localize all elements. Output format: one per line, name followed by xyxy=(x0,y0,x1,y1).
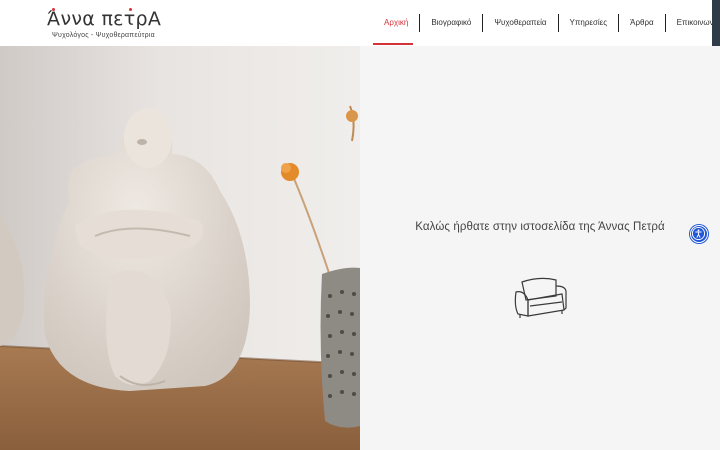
nav-active-indicator xyxy=(373,43,413,45)
nav-item-psychotherapy[interactable]: Ψυχοθεραπεία xyxy=(482,14,557,32)
site-title[interactable]: Άννα πετρΑ xyxy=(47,8,161,30)
site-header: Άννα πετρΑ Ψυχολόγος - Ψυχοθεραπεύτρια Α… xyxy=(0,0,720,46)
nav-item-home[interactable]: Αρχική xyxy=(373,14,419,32)
site-subtitle: Ψυχολόγος - Ψυχοθεραπεύτρια xyxy=(52,32,155,39)
main-nav: Αρχική Βιογραφικό Ψυχοθεραπεία Υπηρεσίες… xyxy=(373,13,720,33)
nav-item-articles[interactable]: Άρθρα xyxy=(618,14,665,32)
nav-item-services[interactable]: Υπηρεσίες xyxy=(557,14,619,32)
site-logo[interactable]: Άννα πετρΑ Ψυχολόγος - Ψυχοθεραπεύτρια xyxy=(47,8,161,39)
armchair-icon xyxy=(512,276,568,320)
welcome-heading: Καλώς ήρθατε στην ιστοσελίδα της Άννας Π… xyxy=(415,221,665,233)
nav-item-bio[interactable]: Βιογραφικό xyxy=(419,14,482,32)
hero-image xyxy=(0,46,360,450)
scroll-tab[interactable] xyxy=(712,0,720,46)
logo-accent-dot-right xyxy=(129,8,132,11)
accessibility-icon[interactable] xyxy=(690,225,708,243)
hero-text-panel: Καλώς ήρθατε στην ιστοσελίδα της Άννας Π… xyxy=(360,46,720,450)
logo-accent-dot xyxy=(52,8,55,11)
